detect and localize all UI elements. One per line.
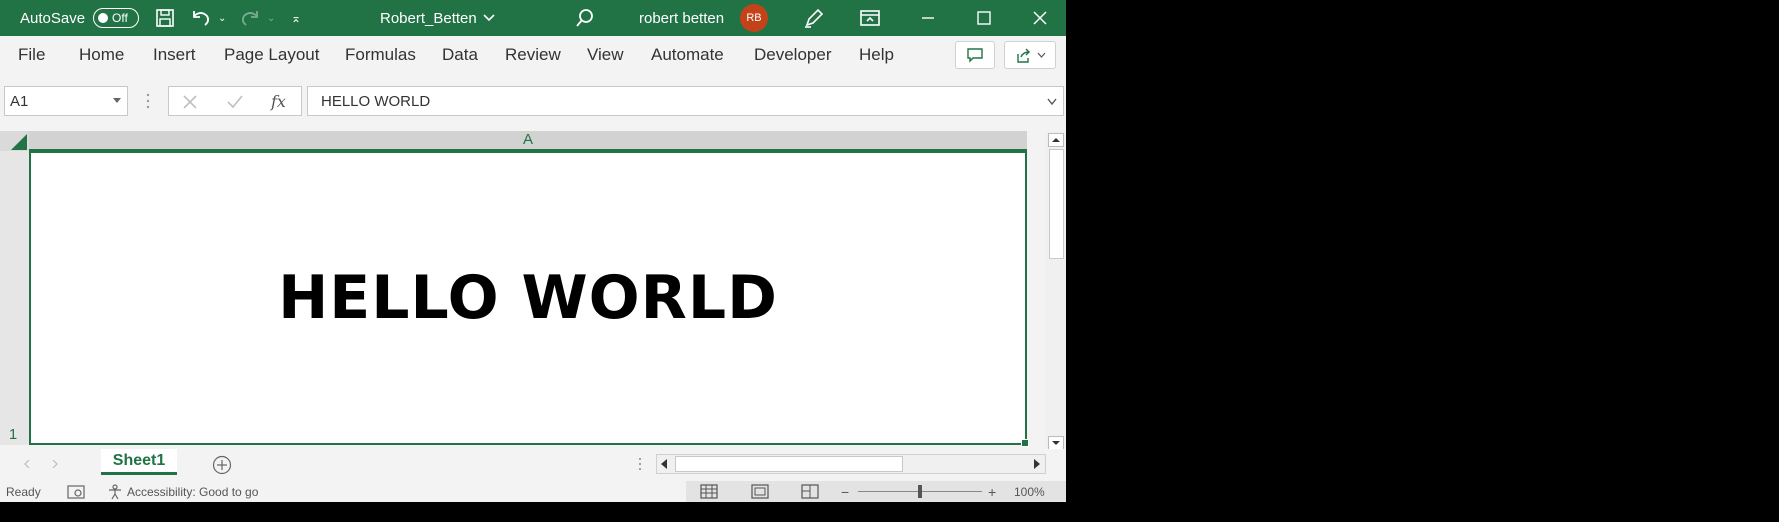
- vertical-scroll-thumb[interactable]: [1049, 149, 1064, 259]
- zoom-level[interactable]: 100%: [1014, 481, 1045, 502]
- tab-view[interactable]: View: [587, 36, 624, 74]
- grip-icon[interactable]: [146, 93, 150, 109]
- comment-icon: [967, 47, 983, 63]
- close-button[interactable]: [1017, 0, 1063, 36]
- chevron-down-icon: [483, 14, 495, 22]
- macro-record-icon[interactable]: [67, 485, 85, 499]
- select-all-triangle-icon: [11, 134, 27, 150]
- tab-data[interactable]: Data: [442, 36, 478, 74]
- sheet-tab-sheet1[interactable]: Sheet1: [101, 449, 177, 475]
- tab-help[interactable]: Help: [859, 36, 894, 74]
- user-avatar-button[interactable]: RB: [740, 0, 768, 36]
- autosave-label: AutoSave: [20, 9, 86, 27]
- user-name[interactable]: robert betten: [639, 0, 724, 36]
- close-icon: [1033, 11, 1047, 25]
- horizontal-scroll-thumb[interactable]: [675, 456, 903, 472]
- scroll-right-icon[interactable]: [1032, 458, 1042, 470]
- tab-review[interactable]: Review: [505, 36, 561, 74]
- undo-icon[interactable]: [190, 0, 212, 36]
- normal-view-icon[interactable]: [700, 484, 718, 499]
- zoom-out-button[interactable]: −: [841, 481, 849, 502]
- row-number: 1: [8, 426, 18, 443]
- chevron-down-icon[interactable]: [113, 98, 121, 103]
- tab-developer[interactable]: Developer: [754, 36, 832, 74]
- fill-handle[interactable]: [1021, 439, 1029, 447]
- scroll-down-icon[interactable]: [1048, 436, 1064, 450]
- autosave-toggle[interactable]: Off: [93, 0, 139, 36]
- formula-buttons: fx: [168, 86, 302, 116]
- tab-insert[interactable]: Insert: [153, 36, 196, 74]
- maximize-icon: [977, 11, 991, 25]
- select-all-button[interactable]: [0, 131, 29, 151]
- toggle-knob: [98, 13, 108, 23]
- cell-a1[interactable]: HELLO WORLD: [29, 151, 1029, 447]
- pen-icon[interactable]: [803, 0, 825, 36]
- filename: Robert_Betten: [380, 9, 477, 27]
- enter-icon[interactable]: [227, 95, 243, 109]
- comments-button[interactable]: [955, 41, 995, 69]
- insert-function-icon[interactable]: fx: [271, 92, 286, 111]
- vertical-scrollbar[interactable]: [1045, 131, 1066, 453]
- page-layout-view-icon[interactable]: [751, 484, 769, 499]
- accessibility-checker[interactable]: Accessibility: Good to go: [107, 481, 258, 502]
- redo-dropdown-icon[interactable]: ⌄: [267, 0, 275, 36]
- tab-formulas[interactable]: Formulas: [345, 36, 416, 74]
- cell-a1-value: HELLO WORLD: [278, 263, 778, 333]
- redo-icon[interactable]: [239, 0, 261, 36]
- next-sheet-icon[interactable]: [52, 460, 58, 468]
- undo-dropdown-icon[interactable]: ⌄: [218, 0, 226, 36]
- minimize-button[interactable]: [905, 0, 951, 36]
- name-box[interactable]: A1: [4, 86, 128, 116]
- tab-home[interactable]: Home: [79, 36, 124, 74]
- tab-page-layout[interactable]: Page Layout: [224, 36, 319, 74]
- zoom-slider-knob[interactable]: [918, 485, 922, 498]
- accessibility-icon: [109, 483, 121, 499]
- search-icon[interactable]: [575, 0, 595, 36]
- sheet-tab-bar: Sheet1: [0, 449, 1066, 481]
- ribbon-tabs: File Home Insert Page Layout Formulas Da…: [0, 36, 1066, 74]
- title-bar: AutoSave Off ⌄ ⌄ ⌅ Robert_Betten robert …: [0, 0, 1066, 36]
- column-header-a[interactable]: A: [29, 131, 1027, 151]
- row-header-1[interactable]: 1: [0, 151, 29, 445]
- cancel-icon[interactable]: [183, 95, 197, 109]
- ready-status: Ready: [6, 484, 41, 499]
- ribbon-display-icon[interactable]: [860, 0, 880, 36]
- share-icon: [1016, 48, 1030, 63]
- autosave-state: Off: [112, 11, 128, 25]
- split-grip-icon[interactable]: [638, 457, 642, 471]
- page-break-view-icon[interactable]: [801, 484, 819, 499]
- formula-value: HELLO WORLD: [321, 92, 431, 110]
- customize-toolbar-icon[interactable]: ⌅: [291, 0, 301, 36]
- zoom-in-button[interactable]: +: [988, 481, 996, 502]
- formula-input[interactable]: HELLO WORLD: [307, 86, 1064, 116]
- excel-window: AutoSave Off ⌄ ⌄ ⌅ Robert_Betten robert …: [0, 0, 1066, 502]
- maximize-button[interactable]: [961, 0, 1007, 36]
- tab-file[interactable]: File: [18, 36, 45, 74]
- formula-bar-area: A1 fx HELLO WORLD: [0, 76, 1066, 126]
- share-button[interactable]: [1004, 41, 1056, 69]
- status-bar: Ready Accessibility: Good to go − + 100%: [0, 481, 1066, 502]
- avatar: RB: [740, 4, 768, 32]
- add-sheet-icon[interactable]: [212, 455, 232, 475]
- prev-sheet-icon[interactable]: [24, 460, 30, 468]
- scroll-left-icon[interactable]: [659, 458, 669, 470]
- scroll-up-icon[interactable]: [1048, 133, 1064, 147]
- save-icon[interactable]: [155, 0, 175, 36]
- chevron-down-icon[interactable]: [1047, 98, 1057, 105]
- name-box-value: A1: [10, 92, 29, 110]
- horizontal-scrollbar[interactable]: [656, 454, 1046, 474]
- accessibility-status: Accessibility: Good to go: [127, 484, 259, 499]
- tab-automate[interactable]: Automate: [651, 36, 724, 74]
- filename-button[interactable]: Robert_Betten: [380, 0, 495, 36]
- minimize-icon: [922, 17, 934, 19]
- chevron-down-icon: [1037, 52, 1045, 58]
